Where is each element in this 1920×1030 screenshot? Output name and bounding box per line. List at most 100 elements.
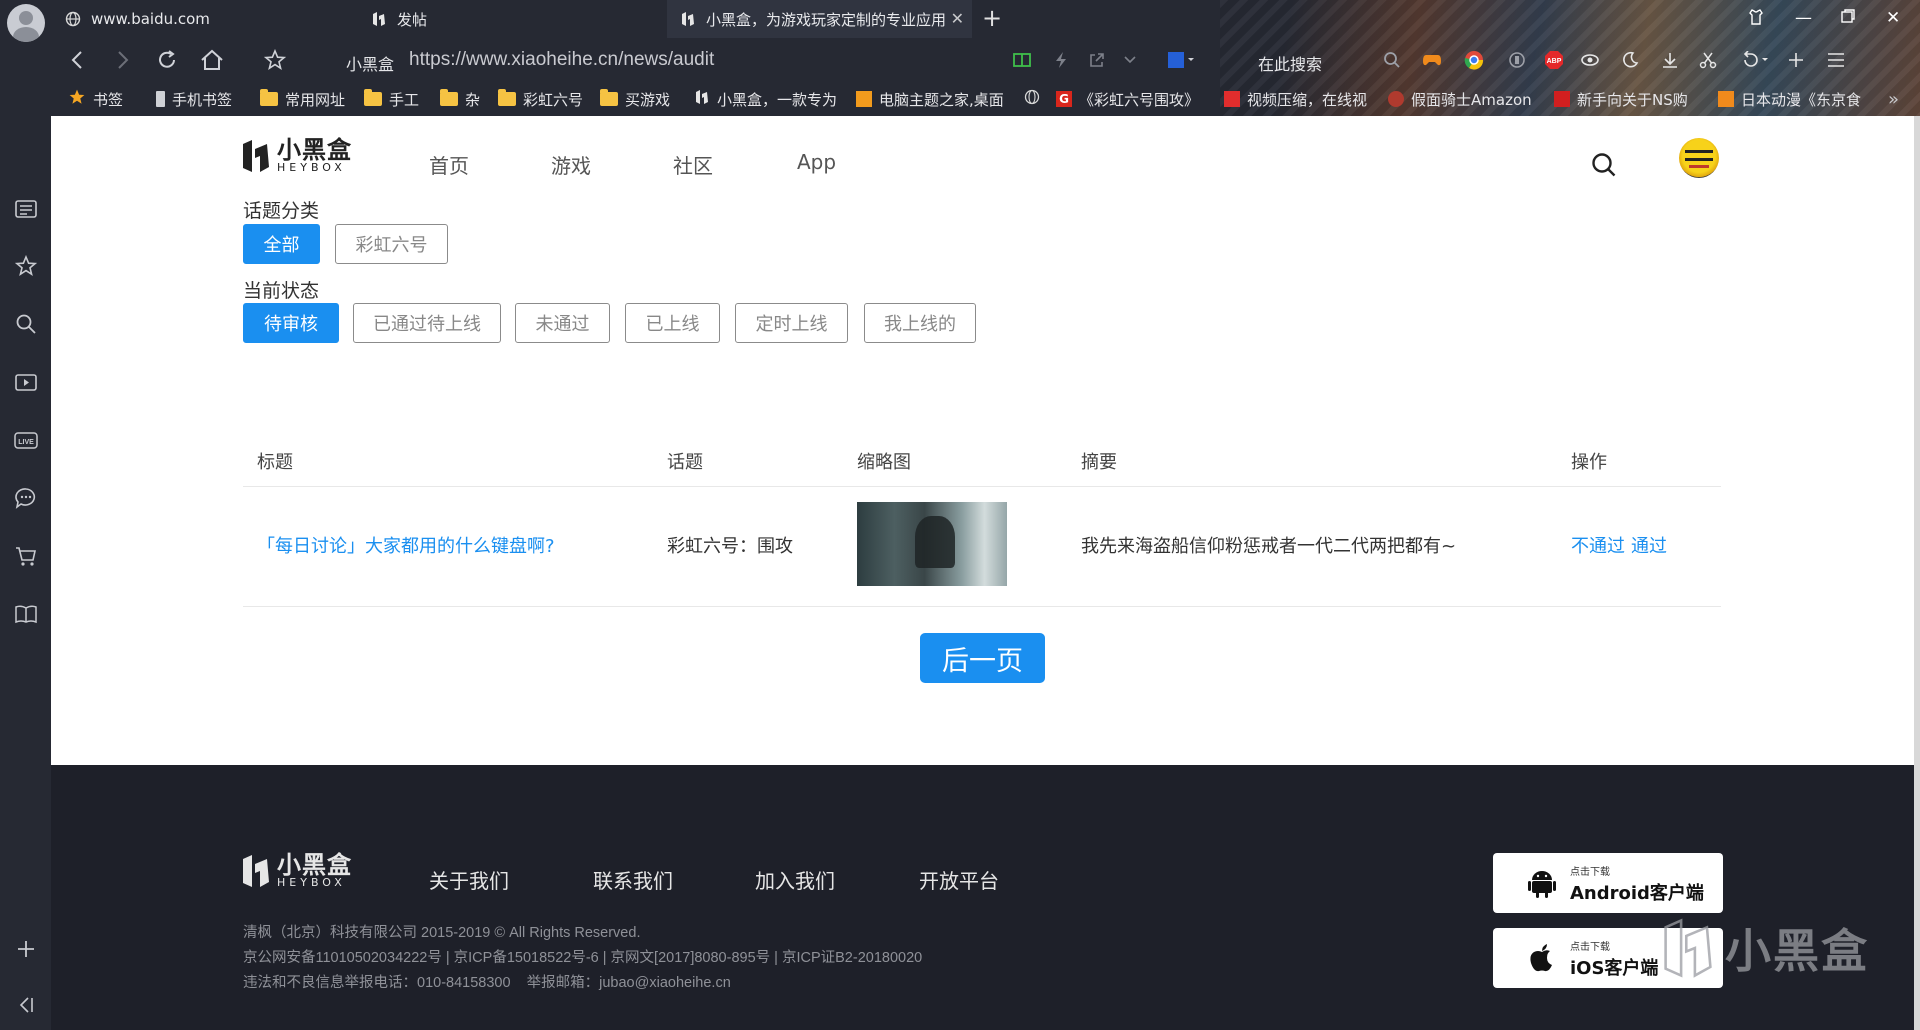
bookmarks-more-button[interactable]: » xyxy=(1888,84,1899,114)
reject-link[interactable]: 不通过 xyxy=(1571,532,1625,558)
bookmark-item[interactable] xyxy=(1024,84,1040,114)
status-filter-scheduled[interactable]: 定时上线 xyxy=(735,303,848,343)
site-name-label: 小黑盒 xyxy=(346,55,395,74)
refresh-icon[interactable] xyxy=(156,42,178,78)
news-icon[interactable] xyxy=(13,196,39,222)
plugin-icon[interactable] xyxy=(1507,50,1527,70)
bookmark-folder[interactable]: 买游戏 xyxy=(600,84,670,114)
eye-icon[interactable] xyxy=(1580,50,1600,70)
apple-icon xyxy=(1527,942,1557,974)
search-box[interactable]: 在此搜索 xyxy=(1258,51,1322,75)
undo-icon[interactable] xyxy=(1740,50,1770,70)
folder-icon xyxy=(498,89,516,106)
home-icon[interactable] xyxy=(200,42,224,78)
page-scrollbar[interactable] xyxy=(1914,116,1920,1030)
share-icon[interactable] xyxy=(1087,50,1107,70)
menu-icon[interactable] xyxy=(1826,50,1846,70)
bookmark-folder[interactable]: 手工 xyxy=(364,84,419,114)
scissors-icon[interactable] xyxy=(1698,50,1718,70)
bookmark-folder[interactable]: 常用网址 xyxy=(260,84,345,114)
chevron-down-icon[interactable] xyxy=(1120,50,1140,70)
android-download-button[interactable]: 点击下载 Android客户端 xyxy=(1493,853,1723,913)
chrome-icon[interactable] xyxy=(1464,50,1484,70)
approve-link[interactable]: 通过 xyxy=(1631,532,1667,558)
footer-link-join[interactable]: 加入我们 xyxy=(755,865,835,894)
tab-baidu[interactable]: www.baidu.com xyxy=(52,0,354,38)
nav-app[interactable]: App xyxy=(797,150,836,174)
search-icon[interactable] xyxy=(1382,50,1402,70)
shopping-cart-icon[interactable] xyxy=(13,543,39,569)
svg-text:ABP: ABP xyxy=(1547,58,1562,65)
globe-icon xyxy=(64,10,82,28)
topic-filter-all[interactable]: 全部 xyxy=(243,224,320,264)
reader-mode-icon[interactable] xyxy=(1012,50,1032,70)
android-icon xyxy=(1527,867,1557,899)
url-input[interactable]: https://www.xiaoheihe.cn/news/audit xyxy=(409,49,714,71)
user-avatar-icon[interactable] xyxy=(7,4,45,42)
post-title-link[interactable]: 「每日讨论」大家都用的什么键盘啊? xyxy=(257,532,555,558)
book-icon[interactable] xyxy=(13,601,39,627)
forward-icon[interactable] xyxy=(114,42,130,78)
nav-home[interactable]: 首页 xyxy=(429,150,469,179)
bookmark-folder[interactable]: 杂 xyxy=(440,84,480,114)
bookmark-item[interactable]: G 《彩虹六号围攻》 xyxy=(1056,84,1199,114)
star-bookmark-icon[interactable] xyxy=(264,42,286,78)
lightning-icon[interactable] xyxy=(1051,50,1071,70)
bookmark-folder[interactable]: 彩虹六号 xyxy=(498,84,583,114)
bookmark-item[interactable]: 书签 xyxy=(68,84,123,114)
ios-download-hint: 点击下载 xyxy=(1570,942,1610,953)
status-filter-mine[interactable]: 我上线的 xyxy=(864,303,976,343)
video-icon[interactable] xyxy=(13,369,39,395)
theme-site-icon xyxy=(856,91,872,107)
skin-icon[interactable] xyxy=(1747,8,1765,31)
tab-heybox[interactable]: 小黑盒，为游戏玩家定制的专业应用 ✕ xyxy=(667,0,972,38)
new-tab-button[interactable]: + xyxy=(982,6,1002,30)
bookmark-item[interactable]: 新手向关于NS购 xyxy=(1554,84,1706,114)
sidebar-add-icon[interactable] xyxy=(13,936,39,962)
search-engine-icon[interactable] xyxy=(1166,50,1196,70)
footer-link-about[interactable]: 关于我们 xyxy=(429,865,509,894)
sidebar-search-icon[interactable] xyxy=(13,311,39,337)
site-logo[interactable]: 小黑盒 HEYBOX xyxy=(241,138,352,174)
close-tab-icon[interactable]: ✕ xyxy=(951,9,964,28)
status-filter-approved-pending[interactable]: 已通过待上线 xyxy=(353,303,501,343)
tab-post[interactable]: 发帖 xyxy=(358,0,663,38)
bookmark-item[interactable]: 假面骑士Amazon xyxy=(1388,84,1538,114)
next-page-button[interactable]: 后一页 xyxy=(920,633,1045,683)
bookmark-item[interactable]: 电脑主题之家,桌面 xyxy=(856,84,1014,114)
footer-link-open-platform[interactable]: 开放平台 xyxy=(919,865,999,894)
chat-icon[interactable] xyxy=(13,485,39,511)
minimize-button[interactable]: — xyxy=(1795,8,1812,28)
bookmark-item[interactable]: 日本动漫《东京食 xyxy=(1718,84,1878,114)
footer-link-contact[interactable]: 联系我们 xyxy=(593,865,673,894)
back-icon[interactable] xyxy=(70,42,86,78)
column-header-actions: 操作 xyxy=(1571,452,1607,473)
nav-community[interactable]: 社区 xyxy=(673,150,713,179)
add-icon[interactable] xyxy=(1786,50,1806,70)
game-controller-icon[interactable] xyxy=(1422,50,1442,70)
live-icon[interactable]: LIVE xyxy=(13,427,39,453)
topic-filter-rainbow-six[interactable]: 彩虹六号 xyxy=(335,224,448,264)
download-icon[interactable] xyxy=(1660,50,1680,70)
site-search-icon[interactable] xyxy=(1591,152,1617,182)
restore-button[interactable] xyxy=(1840,8,1856,29)
bookmark-item[interactable]: 视频压缩，在线视 xyxy=(1224,84,1374,114)
column-header-topic: 话题 xyxy=(667,452,703,473)
footer-logo[interactable]: 小黑盒 HEYBOX xyxy=(241,853,352,889)
adblock-icon[interactable]: ABP xyxy=(1544,50,1564,70)
status-filter-online[interactable]: 已上线 xyxy=(625,303,720,343)
status-filter-rejected[interactable]: 未通过 xyxy=(515,303,610,343)
user-avatar[interactable] xyxy=(1679,138,1719,178)
bookmark-item[interactable]: 小黑盒，一款专为 xyxy=(694,84,844,114)
folder-icon xyxy=(364,89,382,106)
favorites-star-icon[interactable] xyxy=(13,253,39,279)
close-window-button[interactable]: ✕ xyxy=(1886,8,1900,28)
nav-games[interactable]: 游戏 xyxy=(551,150,591,179)
logo-subtext: HEYBOX xyxy=(277,161,346,174)
collapse-sidebar-icon[interactable] xyxy=(13,992,39,1018)
dongfang-site-icon xyxy=(1554,91,1570,107)
bookmark-item[interactable]: 手机书签 xyxy=(156,84,232,114)
night-mode-icon[interactable] xyxy=(1620,50,1640,70)
status-filter-pending[interactable]: 待审核 xyxy=(243,303,339,343)
android-download-hint: 点击下载 xyxy=(1570,867,1610,878)
